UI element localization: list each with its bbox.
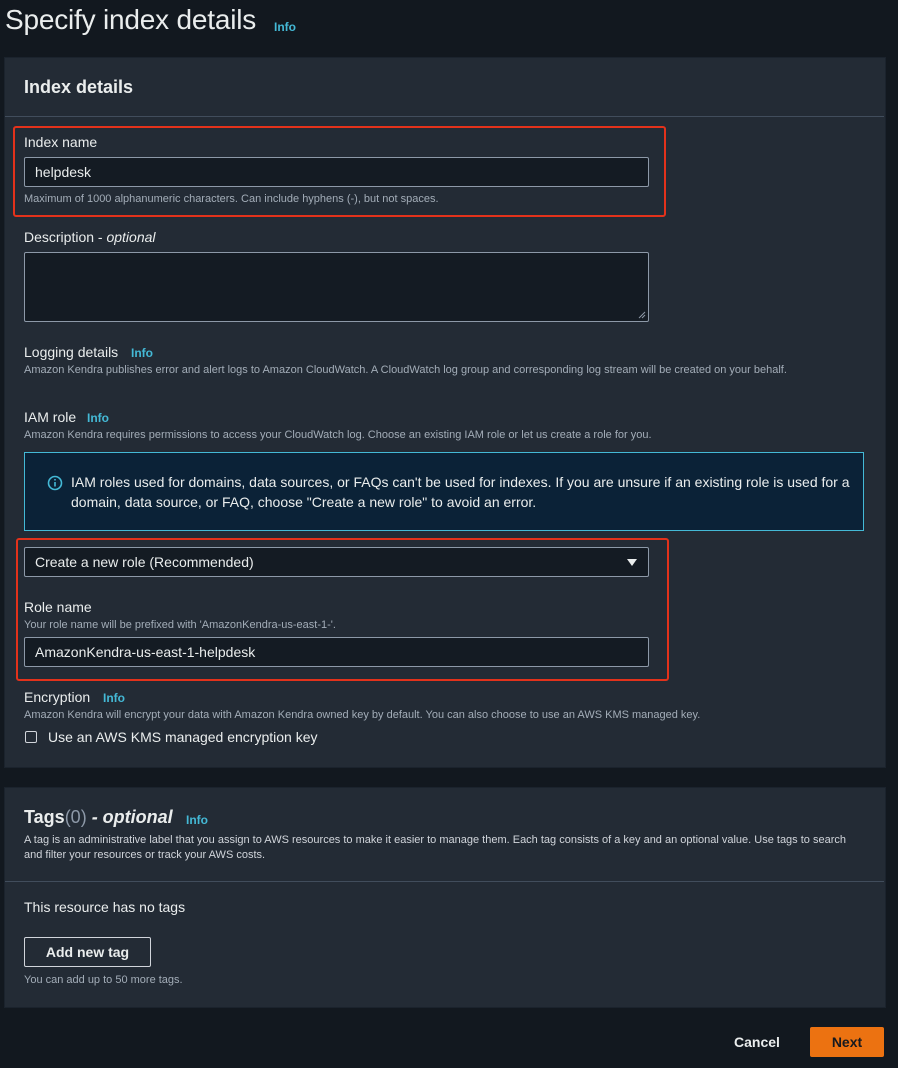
info-circle-icon (47, 475, 63, 491)
encryption-info-link[interactable]: Info (103, 691, 125, 705)
panel-divider (5, 116, 884, 117)
encryption-label: Encryption (24, 689, 91, 705)
no-tags-text: This resource has no tags (24, 899, 186, 915)
tags-description: A tag is an administrative label that yo… (24, 834, 846, 861)
iam-role-label: IAM role (24, 409, 77, 425)
role-name-label: Role name (24, 599, 92, 615)
next-button[interactable]: Next (810, 1027, 884, 1057)
index-details-heading: Index details (24, 77, 134, 97)
kms-key-checkbox[interactable] (25, 731, 37, 743)
add-new-tag-button[interactable]: Add new tag (24, 937, 151, 967)
resize-handle-icon[interactable] (638, 311, 646, 319)
caret-down-icon (627, 559, 637, 566)
iam-role-select[interactable]: Create a new role (Recommended) (24, 547, 649, 577)
logging-details-label: Logging details (24, 344, 119, 360)
description-textarea[interactable] (24, 252, 649, 322)
tags-divider (5, 881, 884, 882)
iam-role-selected-value: Create a new role (Recommended) (35, 554, 254, 570)
tags-heading: Tags(0) - optional (24, 807, 173, 827)
kms-key-checkbox-label[interactable]: Use an AWS KMS managed encryption key (48, 729, 318, 745)
index-name-label: Index name (24, 134, 98, 150)
description-label: Description - optional (24, 229, 156, 245)
index-name-hint: Maximum of 1000 alphanumeric characters.… (24, 193, 439, 205)
iam-role-info-link[interactable]: Info (87, 411, 109, 425)
iam-role-alert-text: IAM roles used for domains, data sources… (71, 474, 850, 510)
iam-role-description: Amazon Kendra requires permissions to ac… (24, 429, 652, 441)
iam-role-alert: IAM roles used for domains, data sources… (24, 452, 864, 531)
index-name-value: helpdesk (35, 164, 92, 180)
role-name-input[interactable]: AmazonKendra-us-east-1-helpdesk (24, 637, 649, 667)
page-title: Specify index details (5, 4, 257, 35)
role-name-hint: Your role name will be prefixed with 'Am… (24, 619, 336, 631)
encryption-description: Amazon Kendra will encrypt your data wit… (24, 709, 701, 721)
logging-info-link[interactable]: Info (131, 346, 153, 360)
role-name-value: AmazonKendra-us-east-1-helpdesk (35, 644, 256, 660)
tags-limit-text: You can add up to 50 more tags. (24, 974, 183, 986)
cancel-button[interactable]: Cancel (734, 1034, 780, 1050)
index-name-input[interactable]: helpdesk (24, 157, 649, 187)
tags-info-link[interactable]: Info (186, 813, 208, 827)
logging-description: Amazon Kendra publishes error and alert … (24, 364, 787, 376)
page-info-link[interactable]: Info (274, 20, 296, 34)
